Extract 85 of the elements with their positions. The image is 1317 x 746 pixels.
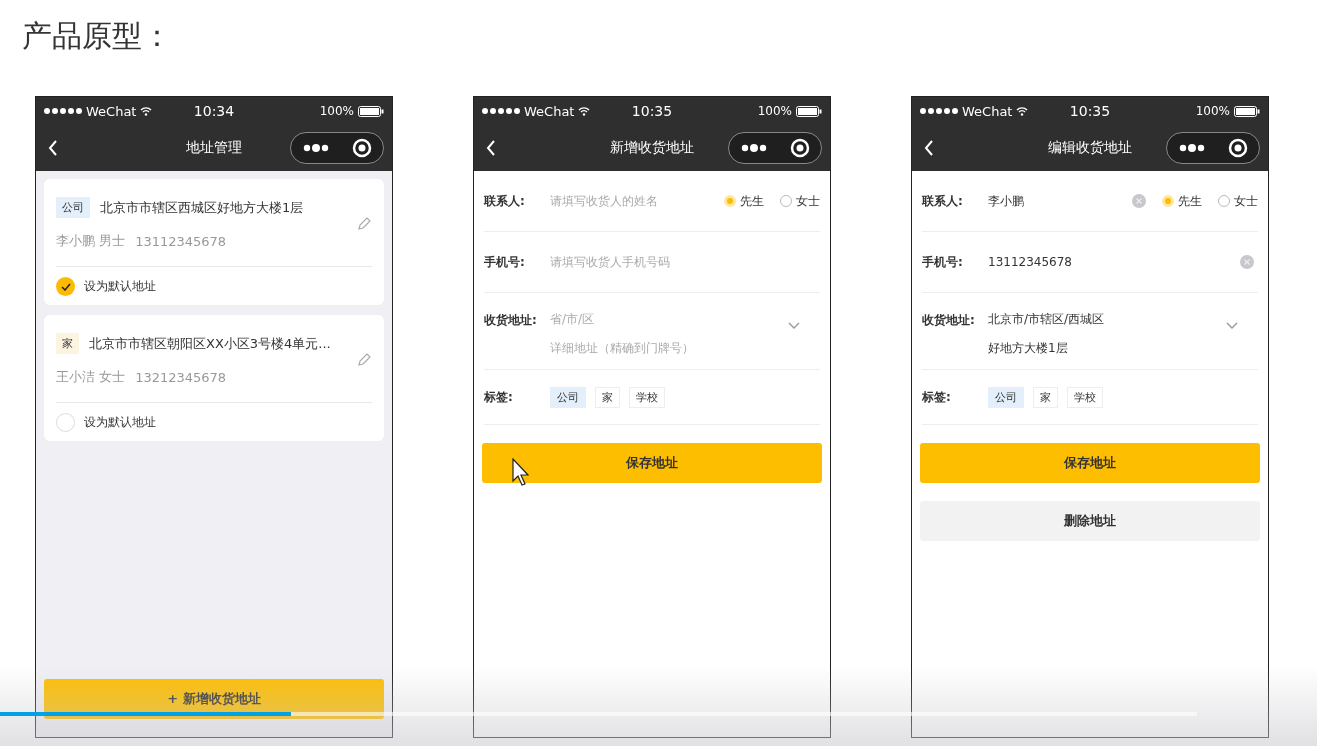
video-progress-bar[interactable] bbox=[0, 712, 1197, 716]
record-icon bbox=[351, 138, 372, 158]
name-field[interactable]: 请填写收货人的姓名 bbox=[550, 194, 708, 208]
detail-address-field[interactable]: 好地方大楼1层 bbox=[988, 340, 1226, 357]
signal-icon bbox=[920, 108, 958, 114]
address-card[interactable]: 家 北京市市辖区朝阳区XX小区3号楼4单元... 王小洁 女士 13212345678 设为默认地址 bbox=[44, 315, 384, 441]
address-text: 北京市市辖区朝阳区XX小区3号楼4单元... bbox=[89, 334, 331, 353]
default-checkbox[interactable] bbox=[56, 277, 75, 296]
more-icon bbox=[302, 144, 329, 152]
wifi-icon bbox=[140, 106, 153, 116]
tag-option[interactable]: 公司 bbox=[550, 386, 586, 408]
capsule-menu[interactable] bbox=[290, 132, 384, 164]
back-icon[interactable] bbox=[924, 139, 934, 157]
page-title: 地址管理 bbox=[186, 139, 242, 157]
field-label: 收货地址: bbox=[922, 312, 976, 329]
tag-option[interactable]: 学校 bbox=[1067, 386, 1103, 408]
field-label: 手机号: bbox=[922, 253, 964, 271]
address-tag: 公司 bbox=[56, 197, 90, 218]
carrier-name: WeChat bbox=[524, 103, 575, 119]
cursor-icon bbox=[512, 458, 532, 486]
save-button[interactable]: 保存地址 bbox=[920, 443, 1260, 483]
save-button[interactable]: 保存地址 bbox=[482, 443, 822, 483]
gender-radio[interactable]: 先生 bbox=[724, 192, 764, 210]
default-label: 设为默认地址 bbox=[84, 414, 156, 431]
back-icon[interactable] bbox=[48, 139, 58, 157]
capsule-menu[interactable] bbox=[728, 132, 822, 164]
contact-phone: 13212345678 bbox=[135, 369, 227, 385]
battery-icon bbox=[796, 105, 822, 117]
battery-icon bbox=[1234, 105, 1260, 117]
check-icon bbox=[60, 282, 71, 291]
chevron-down-icon bbox=[1226, 322, 1238, 330]
field-label: 收货地址: bbox=[484, 312, 538, 329]
pencil-icon bbox=[356, 215, 372, 232]
contact-name: 李小鹏 男士 bbox=[56, 232, 126, 250]
tag-option[interactable]: 公司 bbox=[988, 386, 1024, 408]
back-icon[interactable] bbox=[486, 139, 496, 157]
field-label: 标签: bbox=[484, 388, 514, 406]
clear-icon bbox=[1132, 194, 1146, 208]
field-label: 联系人: bbox=[484, 192, 526, 210]
wifi-icon bbox=[578, 106, 591, 116]
field-label: 手机号: bbox=[484, 253, 526, 271]
battery-percent: 100% bbox=[1195, 104, 1230, 118]
name-field[interactable]: 李小鹏 bbox=[988, 194, 1132, 208]
capsule-menu[interactable] bbox=[1166, 132, 1260, 164]
page-title: 编辑收货地址 bbox=[1048, 139, 1132, 157]
phone-field[interactable]: 请填写收货人手机号码 bbox=[550, 255, 816, 269]
battery-percent: 100% bbox=[757, 104, 792, 118]
address-text: 北京市市辖区西城区好地方大楼1层 bbox=[100, 198, 304, 217]
status-time: 10:34 bbox=[193, 103, 235, 119]
status-time: 10:35 bbox=[1069, 103, 1111, 119]
chevron-down-icon bbox=[788, 322, 800, 330]
wifi-icon bbox=[1016, 106, 1029, 116]
clear-icon bbox=[1240, 255, 1254, 269]
tag-option[interactable]: 家 bbox=[1033, 386, 1058, 408]
signal-icon bbox=[44, 108, 82, 114]
carrier-name: WeChat bbox=[86, 103, 137, 119]
tag-option[interactable]: 家 bbox=[595, 386, 620, 408]
battery-percent: 100% bbox=[319, 104, 354, 118]
gender-radio[interactable]: 先生 bbox=[1162, 192, 1202, 210]
phone-field[interactable]: 13112345678 bbox=[988, 255, 1240, 269]
battery-icon bbox=[358, 105, 384, 117]
slide-heading: 产品原型： bbox=[22, 17, 172, 55]
region-field[interactable]: 北京市/市辖区/西城区 bbox=[988, 311, 1226, 328]
record-icon bbox=[1227, 138, 1248, 158]
default-checkbox[interactable] bbox=[56, 413, 75, 432]
delete-button[interactable]: 删除地址 bbox=[920, 501, 1260, 541]
contact-phone: 13112345678 bbox=[135, 233, 227, 249]
more-icon bbox=[1178, 144, 1205, 152]
record-icon bbox=[789, 138, 810, 158]
gender-radio[interactable]: 女士 bbox=[1218, 192, 1258, 210]
address-card[interactable]: 公司 北京市市辖区西城区好地方大楼1层 李小鹏 男士 13112345678 设为默认地址 bbox=[44, 179, 384, 305]
add-address-button[interactable]: + 新增收货地址 bbox=[44, 679, 384, 719]
field-label: 联系人: bbox=[922, 192, 964, 210]
address-tag: 家 bbox=[56, 333, 79, 354]
default-label: 设为默认地址 bbox=[84, 278, 156, 295]
gender-radio[interactable]: 女士 bbox=[780, 192, 820, 210]
status-time: 10:35 bbox=[631, 103, 673, 119]
contact-name: 王小洁 女士 bbox=[56, 368, 126, 386]
tag-option[interactable]: 学校 bbox=[629, 386, 665, 408]
field-label: 标签: bbox=[922, 388, 952, 406]
more-icon bbox=[740, 144, 767, 152]
pencil-icon bbox=[356, 351, 372, 368]
carrier-name: WeChat bbox=[962, 103, 1013, 119]
page-title: 新增收货地址 bbox=[610, 139, 694, 157]
signal-icon bbox=[482, 108, 520, 114]
